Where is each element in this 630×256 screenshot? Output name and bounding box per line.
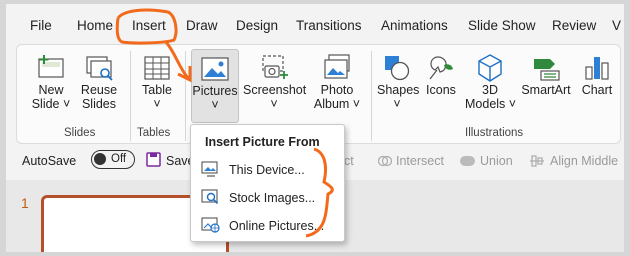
autosave-toggle-state: Off <box>111 153 127 165</box>
ribbon-separator <box>130 51 131 141</box>
cube-icon <box>478 54 502 82</box>
menu-bar: File Home Insert Draw Design Transitions… <box>6 4 624 44</box>
reuse-slides-button[interactable]: Reuse Slides <box>77 53 121 111</box>
menu-header: Insert Picture From <box>205 135 320 149</box>
group-tables-label: Tables <box>137 127 171 139</box>
menu-item-label: Online Pictures... <box>229 219 325 233</box>
menu-item-label: This Device... <box>229 163 305 177</box>
ribbon-separator <box>371 51 372 141</box>
icons-label: Icons <box>426 83 456 97</box>
tab-animations[interactable]: Animations <box>381 18 448 33</box>
icons-icon <box>429 56 453 80</box>
slide-number: 1 <box>21 195 29 211</box>
photo-album-label-2: Album ˅ <box>313 97 361 111</box>
shapes-label: Shapes <box>377 83 420 97</box>
photo-album-button[interactable]: Photo Album ˅ <box>311 53 363 111</box>
photo-album-label-1: Photo <box>320 83 354 97</box>
tab-draw[interactable]: Draw <box>186 18 218 33</box>
new-slide-label-1: New <box>38 83 64 97</box>
new-slide-label-2: Slide ˅ <box>31 97 71 111</box>
align-middle-label[interactable]: Align Middle <box>550 154 618 168</box>
pictures-chevron-icon: ˅ <box>211 98 219 112</box>
reuse-slides-icon <box>86 56 113 81</box>
tab-insert[interactable]: Insert <box>132 18 166 33</box>
subtract-label[interactable]: ct <box>344 154 354 168</box>
union-label[interactable]: Union <box>480 154 513 168</box>
pictures-button[interactable]: Pictures ˅ <box>191 49 239 123</box>
autosave-toggle[interactable]: Off <box>91 150 135 169</box>
pictures-icon <box>201 57 229 81</box>
reuse-slides-label-2: Slides <box>81 97 117 111</box>
online-pictures-icon <box>201 217 220 233</box>
smartart-button[interactable]: SmartArt <box>519 53 573 97</box>
screenshot-label: Screenshot <box>243 83 307 97</box>
union-icon <box>460 156 475 166</box>
device-icon <box>201 161 218 177</box>
new-slide-icon <box>38 55 64 78</box>
table-icon <box>144 56 170 80</box>
screenshot-chevron-icon: ˅ <box>270 97 278 111</box>
intersect-label[interactable]: Intersect <box>396 154 444 168</box>
table-chevron-icon: ˅ <box>153 97 161 111</box>
save-icon[interactable] <box>146 152 161 167</box>
toggle-knob <box>94 153 106 165</box>
icons-button[interactable]: Icons <box>423 53 459 97</box>
3d-models-label-2: Models ˅ <box>465 97 517 111</box>
ribbon-separator <box>185 51 186 141</box>
tab-transitions[interactable]: Transitions <box>296 18 362 33</box>
autosave-label: AutoSave <box>22 154 77 168</box>
chart-icon <box>585 57 609 80</box>
shapes-button[interactable]: Shapes ˅ <box>377 53 420 111</box>
new-slide-button[interactable]: New Slide ˅ <box>31 53 71 111</box>
smartart-label: SmartArt <box>521 83 571 97</box>
table-button[interactable]: Table ˅ <box>139 53 175 111</box>
reuse-slides-label-1: Reuse <box>80 83 118 97</box>
chart-button[interactable]: Chart <box>579 53 615 97</box>
menu-item-label: Stock Images... <box>229 191 316 205</box>
insert-picture-menu: Insert Picture From This Device... Stock… <box>190 124 345 242</box>
tab-home[interactable]: Home <box>77 18 113 33</box>
tab-slide-show[interactable]: Slide Show <box>468 18 536 33</box>
group-illustrations-label: Illustrations <box>465 127 524 139</box>
menu-item-online-pictures[interactable]: Online Pictures... <box>201 214 341 238</box>
app-window: File Home Insert Draw Design Transitions… <box>6 4 624 252</box>
group-slides-label: Slides <box>64 127 96 139</box>
smartart-icon <box>534 59 560 81</box>
menu-item-this-device[interactable]: This Device... <box>201 158 341 182</box>
shapes-icon <box>385 56 410 81</box>
3d-models-label-1: 3D <box>482 83 498 97</box>
pictures-label: Pictures <box>192 84 238 98</box>
align-middle-icon <box>530 155 544 167</box>
photo-album-icon <box>324 54 350 79</box>
tab-view[interactable]: V <box>612 18 621 33</box>
screenshot-icon <box>262 55 288 79</box>
intersect-icon <box>378 155 392 167</box>
menu-item-stock-images[interactable]: Stock Images... <box>201 186 341 210</box>
stock-images-icon <box>201 189 219 205</box>
tab-design[interactable]: Design <box>236 18 278 33</box>
tab-file[interactable]: File <box>30 18 52 33</box>
3d-models-button[interactable]: 3D Models ˅ <box>465 53 517 111</box>
screenshot-button[interactable]: Screenshot ˅ <box>243 53 307 111</box>
tab-review[interactable]: Review <box>552 18 596 33</box>
table-label: Table <box>142 83 172 97</box>
shapes-chevron-icon: ˅ <box>393 97 401 111</box>
chart-label: Chart <box>581 83 613 97</box>
